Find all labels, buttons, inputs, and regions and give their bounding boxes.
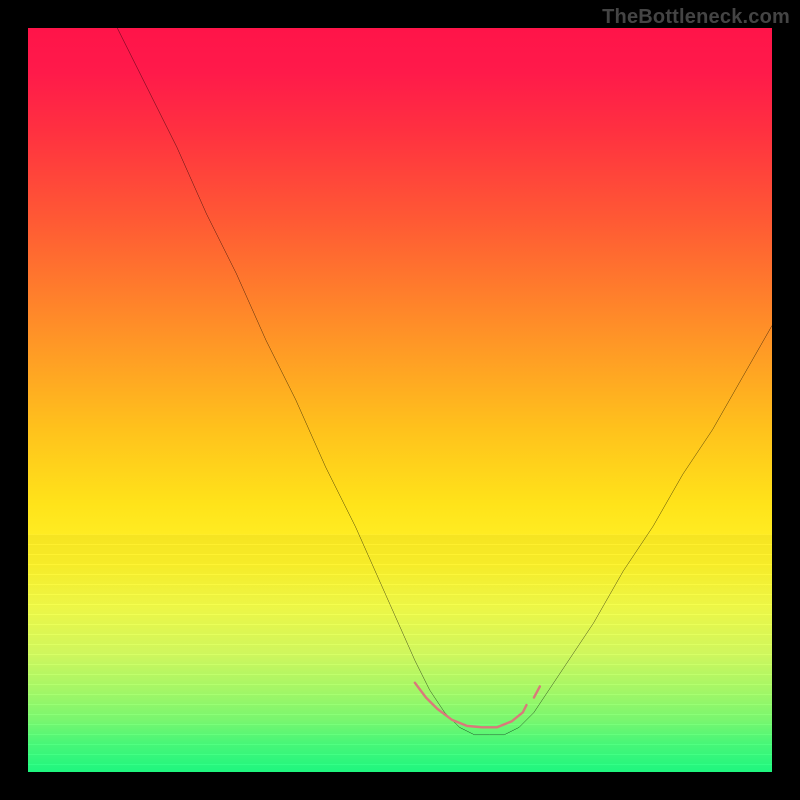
bottleneck-curve (117, 28, 772, 735)
watermark-text: TheBottleneck.com (602, 6, 790, 29)
curve-layer (28, 28, 772, 772)
trough-highlight (415, 683, 527, 728)
plot-area (28, 28, 772, 772)
trough-highlight-tick (534, 686, 540, 697)
chart-frame: TheBottleneck.com (0, 0, 800, 800)
